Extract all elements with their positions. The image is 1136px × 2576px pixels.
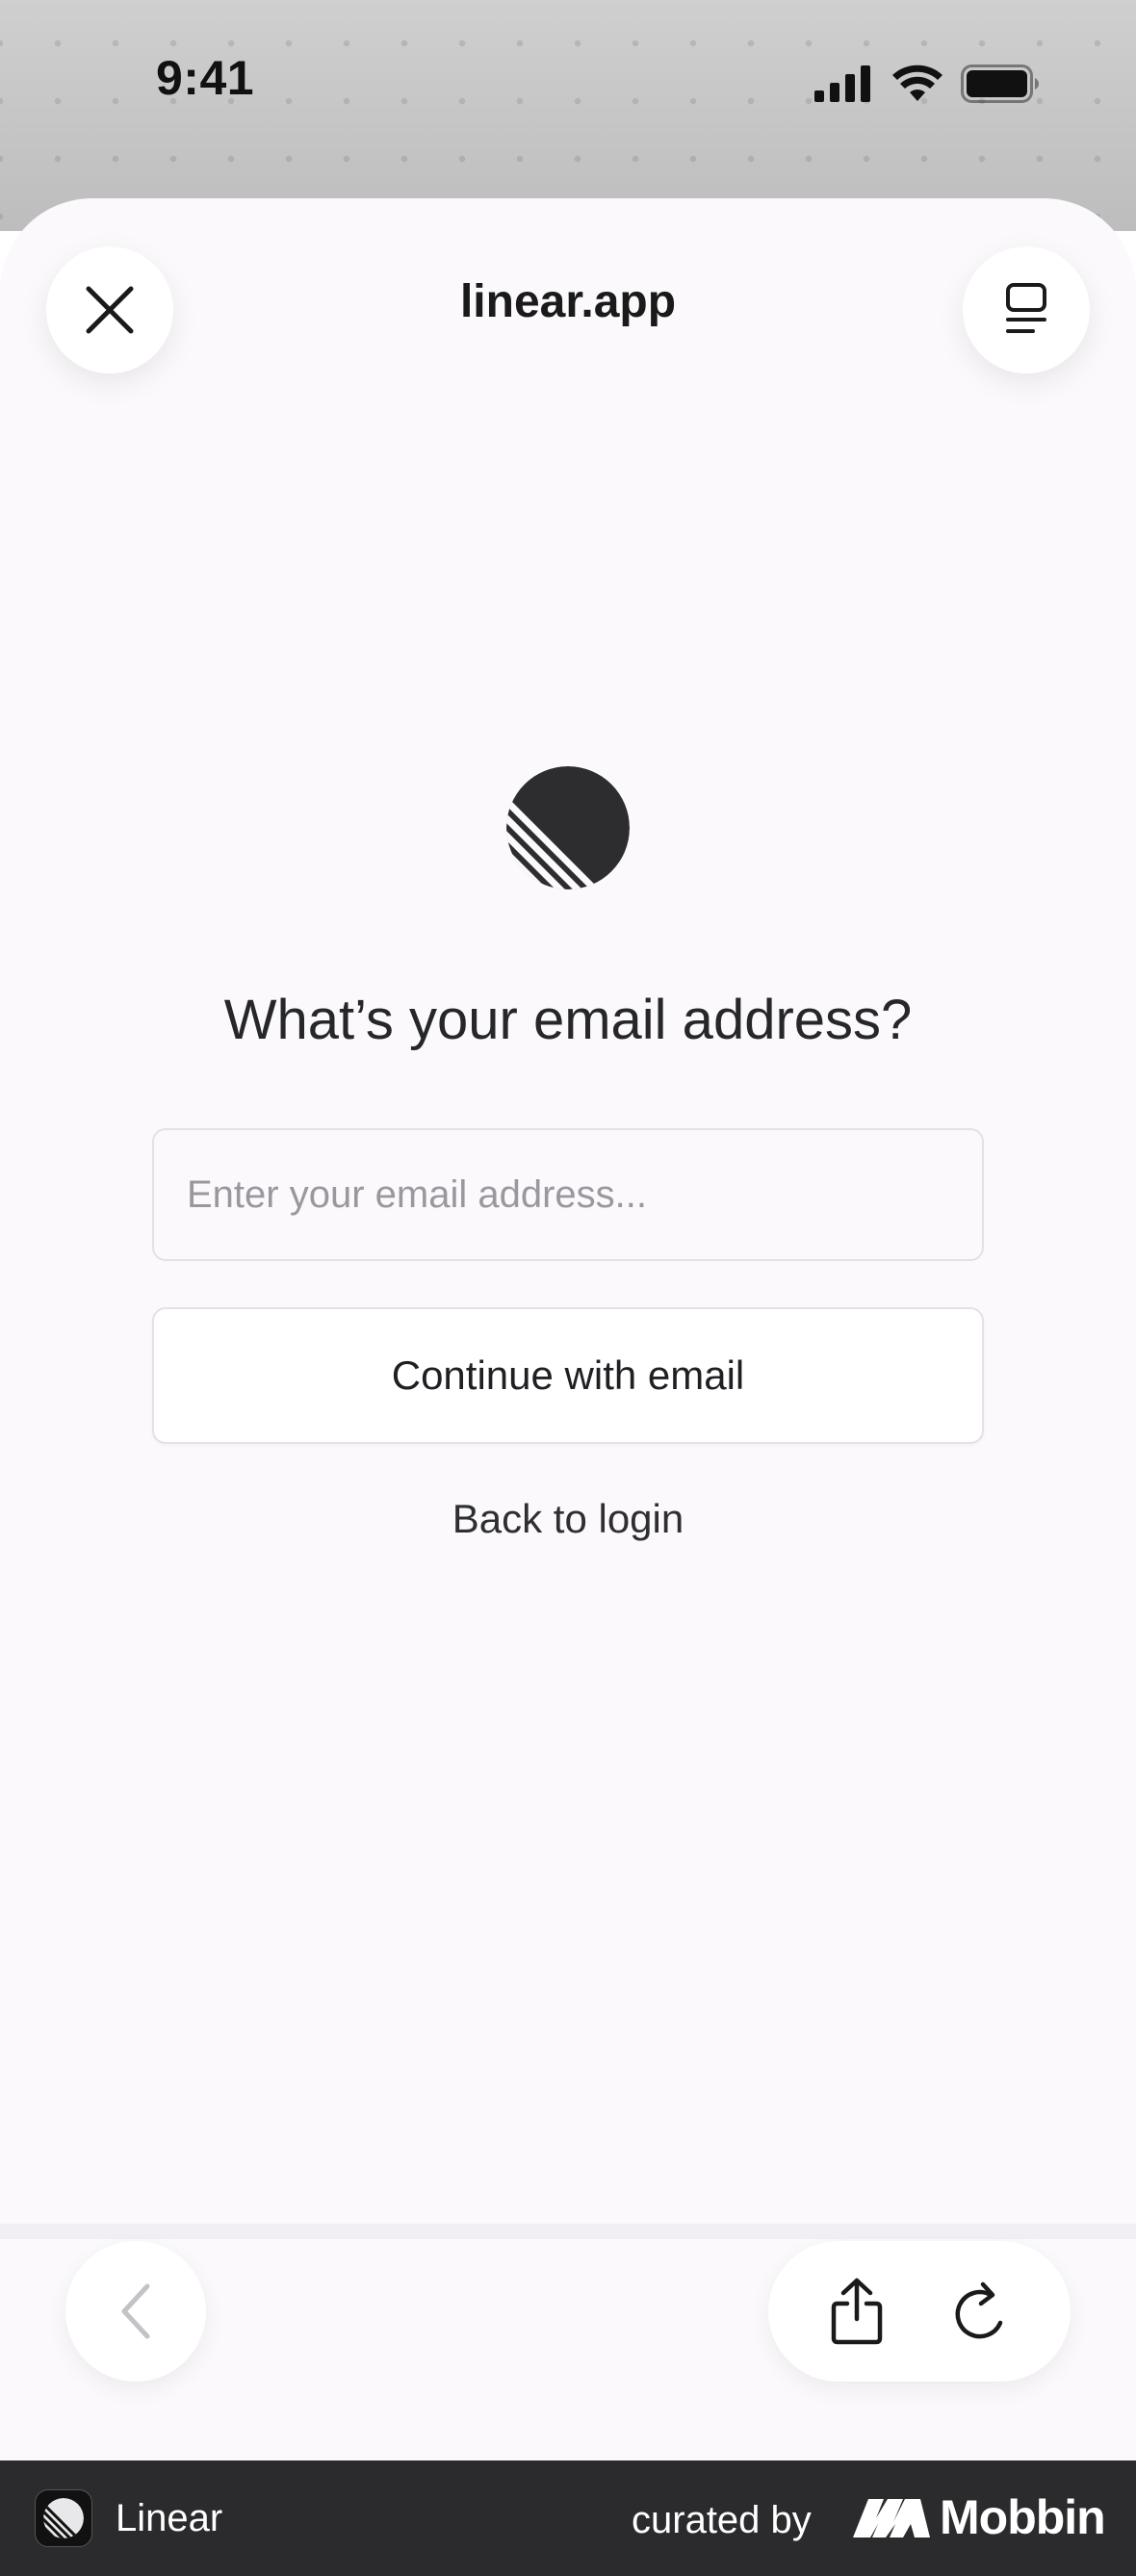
browser-sheet: linear.app What’s your email address? Co… xyxy=(0,198,1136,2460)
app-icon xyxy=(35,2489,92,2547)
share-button[interactable] xyxy=(818,2273,895,2350)
app-name: Linear xyxy=(116,2497,223,2539)
back-button[interactable] xyxy=(65,2241,206,2382)
reload-button[interactable] xyxy=(944,2273,1021,2350)
toolbar-divider xyxy=(0,2224,1136,2239)
back-to-login-link[interactable]: Back to login xyxy=(0,1496,1136,1542)
cellular-signal-icon xyxy=(814,65,870,102)
email-input[interactable] xyxy=(152,1128,984,1261)
linear-logo-icon xyxy=(43,2498,84,2538)
tabs-icon xyxy=(1006,283,1046,333)
mobbin-logo-icon xyxy=(853,2499,930,2537)
linear-logo xyxy=(506,766,630,889)
footer-bar: Linear curated by Mobbin xyxy=(0,2460,1136,2576)
reload-icon xyxy=(955,2281,1002,2339)
brand-name: Mobbin xyxy=(940,2490,1106,2544)
toolbar-actions xyxy=(768,2241,1071,2382)
status-icons xyxy=(814,60,1040,108)
tabs-button[interactable] xyxy=(963,246,1090,374)
status-time: 9:41 xyxy=(156,51,255,105)
chevron-left-icon xyxy=(121,2283,150,2339)
email-heading: What’s your email address? xyxy=(223,989,913,1051)
continue-with-email-button[interactable]: Continue with email xyxy=(152,1307,984,1444)
status-bar-backdrop xyxy=(0,0,1136,231)
battery-icon xyxy=(961,64,1039,103)
curated-by-label: curated by xyxy=(632,2499,812,2541)
wifi-icon xyxy=(892,64,942,101)
share-icon xyxy=(831,2278,882,2345)
